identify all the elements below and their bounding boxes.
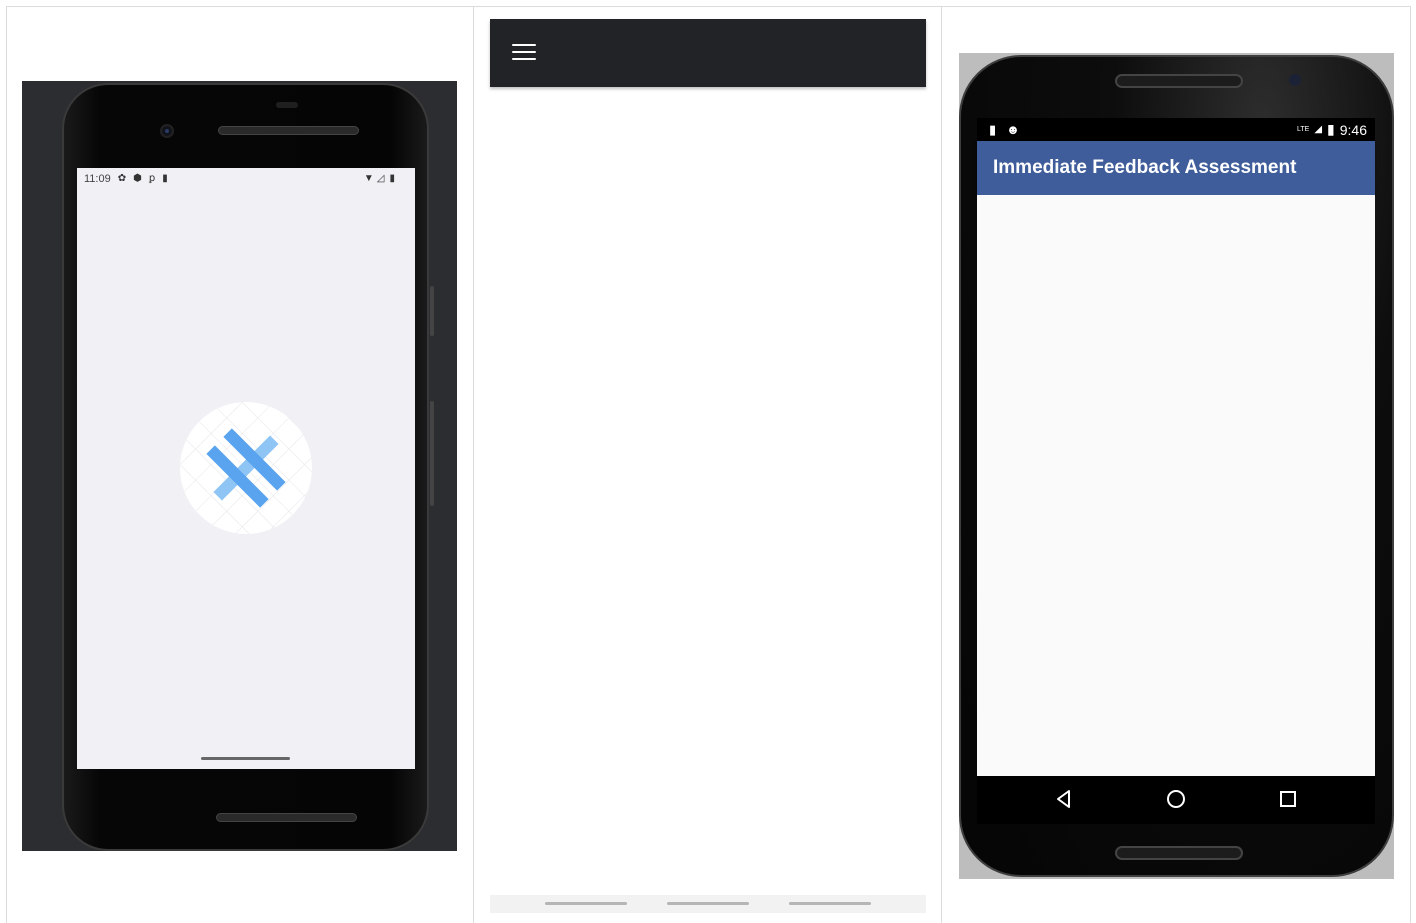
panel-divider (941, 6, 942, 923)
app-bar: Immediate Feedback Assessment (977, 141, 1375, 195)
back-icon[interactable] (1053, 788, 1075, 810)
pixel-screen[interactable]: 11:09 ✿ ⬢ ꝑ ▮ ▼ ◿ ▮ (77, 168, 415, 769)
bottom-speaker (1115, 846, 1243, 860)
battery-icon: ▮ (1327, 121, 1335, 137)
power-button[interactable] (430, 286, 434, 336)
splash-logo (180, 402, 312, 534)
nexus-screen: ▮ ☻ LTE ◢ ▮ 9:46 Immediate Feedback Asse… (977, 118, 1375, 824)
sd-card-icon: ▮ (162, 173, 168, 184)
gesture-home-bar[interactable] (201, 757, 290, 760)
navigation-bar (977, 776, 1375, 824)
front-camera (160, 124, 174, 138)
pixel-emulator-frame: 11:09 ✿ ⬢ ꝑ ▮ ▼ ◿ ▮ (22, 81, 457, 851)
app-content[interactable] (977, 195, 1375, 776)
app-title: Immediate Feedback Assessment (993, 157, 1297, 178)
status-bar: 11:09 ✿ ⬢ ꝑ ▮ ▼ ◿ ▮ (84, 172, 395, 186)
shield-icon: ⬢ (133, 173, 142, 184)
network-type: LTE (1297, 126, 1310, 133)
status-time: 9:46 (1339, 121, 1367, 138)
panel-divider (473, 6, 474, 923)
sd-card-icon: ▮ (989, 122, 997, 137)
sensor-notch (276, 102, 298, 108)
status-bar: ▮ ☻ LTE ◢ ▮ 9:46 (977, 118, 1375, 141)
page-indicator-dash[interactable] (789, 902, 871, 905)
page-indicator (490, 895, 926, 913)
front-camera (1289, 74, 1301, 86)
crossed-bars-logo-icon (180, 402, 312, 534)
recents-icon[interactable] (1277, 788, 1299, 810)
bottom-speaker (216, 813, 357, 822)
earpiece-speaker (1115, 74, 1243, 88)
page-indicator-dash[interactable] (667, 902, 749, 905)
page-indicator-dash[interactable] (545, 902, 627, 905)
volume-button[interactable] (430, 401, 434, 506)
earpiece-speaker (218, 126, 359, 135)
usb-icon: ꝑ (148, 173, 156, 184)
top-toolbar (490, 19, 926, 87)
signal-icon: ◢ (1314, 124, 1323, 135)
wifi-icon: ▼ (363, 173, 374, 184)
gear-icon: ✿ (117, 173, 127, 184)
battery-icon: ▮ (389, 173, 395, 184)
signal-icon: ◿ (376, 173, 385, 184)
home-icon[interactable] (1165, 788, 1187, 810)
android-icon: ☻ (1006, 122, 1020, 137)
nexus-emulator-frame: ▮ ☻ LTE ◢ ▮ 9:46 Immediate Feedback Asse… (959, 53, 1394, 879)
hamburger-menu-icon[interactable] (512, 44, 536, 62)
status-time: 11:09 (84, 173, 111, 185)
